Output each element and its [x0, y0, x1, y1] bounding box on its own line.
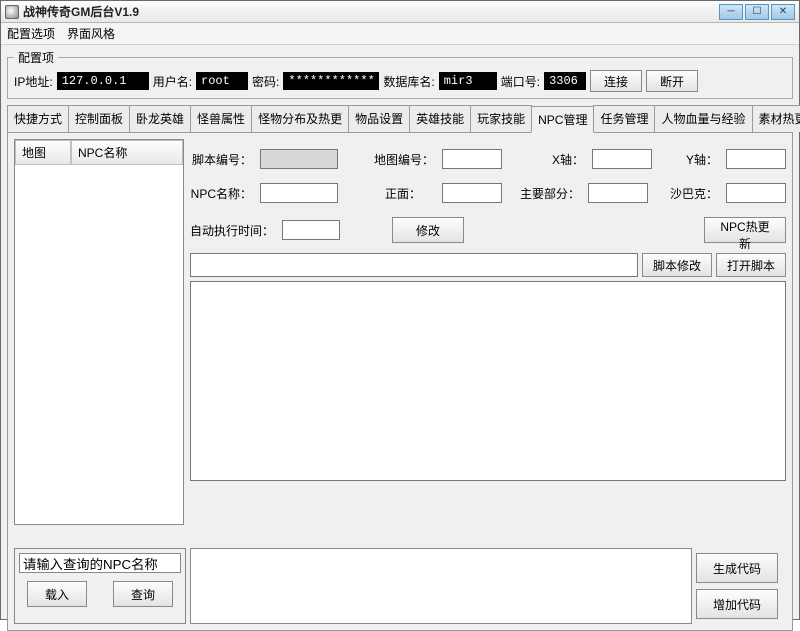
- load-button[interactable]: 载入: [27, 581, 87, 607]
- right-column: 脚本编号： 地图编号： X轴： Y轴： NPC名称： 正面：: [190, 139, 786, 481]
- window-controls: ─ ☐ ✕: [719, 4, 795, 20]
- open-script-button[interactable]: 打开脚本: [716, 253, 786, 277]
- tab-hp-exp[interactable]: 人物血量与经验: [654, 105, 752, 132]
- pwd-input[interactable]: [283, 72, 379, 90]
- disconnect-button[interactable]: 断开: [646, 70, 698, 92]
- npc-table-header: 地图 NPC名称: [15, 140, 183, 165]
- script-path-input[interactable]: [190, 253, 638, 277]
- form-row-3: 自动执行时间： 修改 NPC热更新: [190, 217, 786, 243]
- ip-label: IP地址:: [14, 73, 53, 90]
- add-code-button[interactable]: 增加代码: [696, 589, 778, 619]
- script-id-label: 脚本编号：: [190, 151, 252, 168]
- auto-time-label: 自动执行时间：: [190, 222, 274, 239]
- script-modify-button[interactable]: 脚本修改: [642, 253, 712, 277]
- form-rows: 脚本编号： 地图编号： X轴： Y轴： NPC名称： 正面：: [190, 149, 786, 243]
- main-part-input[interactable]: [588, 183, 648, 203]
- db-input[interactable]: [439, 72, 497, 90]
- output-box[interactable]: [190, 548, 692, 624]
- user-label: 用户名:: [153, 73, 192, 90]
- tab-task-manage[interactable]: 任务管理: [593, 105, 655, 132]
- script-id-input: [260, 149, 338, 169]
- form-row-1: 脚本编号： 地图编号： X轴： Y轴：: [190, 149, 786, 169]
- shabak-input[interactable]: [726, 183, 786, 203]
- y-input[interactable]: [726, 149, 786, 169]
- config-row: IP地址: 用户名: 密码: 数据库名: 端口号: 连接 断开: [14, 70, 786, 92]
- search-input[interactable]: [19, 553, 181, 573]
- bottom-row: 载入 查询 生成代码 增加代码: [14, 548, 786, 624]
- front-label: 正面：: [372, 185, 434, 202]
- auto-time-input[interactable]: [282, 220, 340, 240]
- tab-npc-manage[interactable]: NPC管理: [531, 106, 594, 133]
- main-part-label: 主要部分：: [520, 185, 580, 202]
- menu-options[interactable]: 配置选项: [7, 25, 55, 42]
- modify-button[interactable]: 修改: [392, 217, 464, 243]
- npc-name-label: NPC名称：: [190, 185, 252, 202]
- x-label: X轴：: [552, 151, 584, 168]
- tab-hero-skills[interactable]: 英雄技能: [409, 105, 471, 132]
- config-legend: 配置项: [14, 49, 58, 66]
- config-fieldset: 配置项 IP地址: 用户名: 密码: 数据库名: 端口号: 连接 断开: [7, 49, 793, 99]
- gen-code-button[interactable]: 生成代码: [696, 553, 778, 583]
- left-column: 地图 NPC名称: [14, 139, 184, 525]
- script-editor[interactable]: [190, 281, 786, 481]
- front-input[interactable]: [442, 183, 502, 203]
- tab-shortcut[interactable]: 快捷方式: [7, 105, 69, 132]
- shabak-label: 沙巴克：: [670, 185, 718, 202]
- minimize-button[interactable]: ─: [719, 4, 743, 20]
- map-id-input[interactable]: [442, 149, 502, 169]
- window-title: 战神传奇GM后台V1.9: [23, 3, 719, 20]
- tab-control-panel[interactable]: 控制面板: [68, 105, 130, 132]
- tab-asset-hotupdate[interactable]: 素材热更: [752, 105, 800, 132]
- maximize-button[interactable]: ☐: [745, 4, 769, 20]
- form-row-2: NPC名称： 正面： 主要部分： 沙巴克：: [190, 183, 786, 203]
- tab-wolong-hero[interactable]: 卧龙英雄: [129, 105, 191, 132]
- tab-strip: 快捷方式 控制面板 卧龙英雄 怪兽属性 怪物分布及热更 物品设置 英雄技能 玩家…: [7, 105, 793, 133]
- tab-body: 地图 NPC名称 脚本编号： 地图编号： X轴： Y轴：: [7, 133, 793, 631]
- npc-table[interactable]: 地图 NPC名称: [14, 139, 184, 525]
- tab-item-settings[interactable]: 物品设置: [348, 105, 410, 132]
- port-input[interactable]: [544, 72, 586, 90]
- close-button[interactable]: ✕: [771, 4, 795, 20]
- script-path-row: 脚本修改 打开脚本: [190, 253, 786, 277]
- content-area: 配置项 IP地址: 用户名: 密码: 数据库名: 端口号: 连接 断开 快捷方式…: [1, 45, 799, 619]
- db-label: 数据库名:: [383, 73, 434, 90]
- ip-input[interactable]: [57, 72, 149, 90]
- tab-monster-dist[interactable]: 怪物分布及热更: [251, 105, 349, 132]
- side-buttons: 生成代码 增加代码: [696, 548, 786, 624]
- pwd-label: 密码:: [252, 73, 279, 90]
- tab-monster-attr[interactable]: 怪兽属性: [190, 105, 252, 132]
- menubar: 配置选项 界面风格: [1, 23, 799, 45]
- npc-name-input[interactable]: [260, 183, 338, 203]
- x-input[interactable]: [592, 149, 652, 169]
- col-map[interactable]: 地图: [15, 140, 71, 165]
- tab-player-skills[interactable]: 玩家技能: [470, 105, 532, 132]
- user-input[interactable]: [196, 72, 248, 90]
- titlebar: 战神传奇GM后台V1.9 ─ ☐ ✕: [1, 1, 799, 23]
- app-icon: [5, 5, 19, 19]
- menu-style[interactable]: 界面风格: [67, 25, 115, 42]
- npc-hot-update-button[interactable]: NPC热更新: [704, 217, 786, 243]
- col-npc-name[interactable]: NPC名称: [71, 140, 183, 165]
- connect-button[interactable]: 连接: [590, 70, 642, 92]
- y-label: Y轴：: [686, 151, 718, 168]
- query-button[interactable]: 查询: [113, 581, 173, 607]
- map-id-label: 地图编号：: [372, 151, 434, 168]
- search-box: 载入 查询: [14, 548, 186, 624]
- port-label: 端口号:: [501, 73, 540, 90]
